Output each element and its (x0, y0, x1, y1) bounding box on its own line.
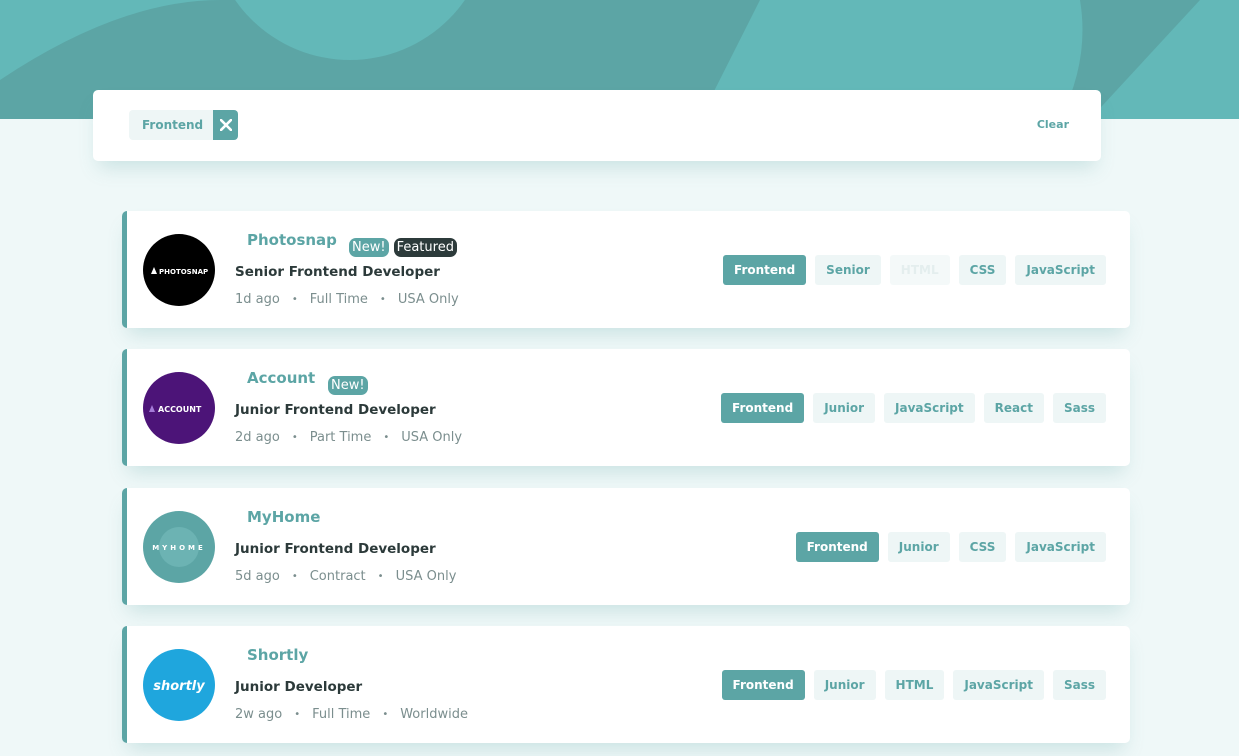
contract-type: Full Time (312, 707, 371, 722)
job-location: USA Only (395, 569, 457, 584)
tag-html[interactable]: HTML (884, 670, 945, 700)
job-tags: Frontend Junior CSS JavaScript (795, 532, 1106, 562)
remove-filter-button[interactable] (213, 110, 239, 140)
company-name[interactable]: MyHome (247, 508, 320, 526)
tag-css[interactable]: CSS (958, 255, 1007, 285)
dot-icon: • (382, 709, 389, 720)
dot-icon: • (377, 571, 384, 582)
job-card-photosnap: PHOTOSNAP Photosnap New! Featured Senior… (122, 211, 1130, 328)
tag-frontend[interactable]: Frontend (721, 670, 805, 700)
contract-type: Contract (309, 569, 366, 584)
job-card-account: ACCOUNT Account New! Junior Frontend Dev… (122, 349, 1130, 466)
job-tags: Frontend Junior HTML JavaScript Sass (721, 670, 1106, 700)
company-name[interactable]: Account (247, 369, 315, 387)
new-badge: New! (328, 376, 368, 395)
job-meta: 1d ago • Full Time • USA Only (235, 292, 459, 307)
dot-icon: • (379, 294, 386, 305)
tag-javascript[interactable]: JavaScript (1015, 532, 1106, 562)
company-logo: ACCOUNT (143, 372, 215, 444)
posted-date: 5d ago (235, 569, 280, 584)
job-title[interactable]: Junior Frontend Developer (235, 541, 436, 557)
tag-javascript[interactable]: JavaScript (884, 393, 975, 423)
featured-badge: Featured (393, 238, 457, 257)
tag-frontend[interactable]: Frontend (795, 532, 879, 562)
tag-react[interactable]: React (983, 393, 1044, 423)
svg-text:ACCOUNT: ACCOUNT (158, 405, 202, 414)
job-meta: 2d ago • Part Time • USA Only (235, 430, 462, 445)
job-title[interactable]: Senior Frontend Developer (235, 264, 440, 280)
contract-type: Part Time (309, 430, 372, 445)
company-name[interactable]: Shortly (247, 646, 308, 664)
company-logo: shortly (143, 649, 215, 721)
tag-javascript[interactable]: JavaScript (953, 670, 1044, 700)
filter-bar: Frontend Clear (93, 90, 1101, 161)
tag-frontend[interactable]: Frontend (723, 255, 807, 285)
filter-chip-label: Frontend (129, 110, 214, 140)
company-logo: PHOTOSNAP (143, 234, 215, 306)
tag-frontend[interactable]: Frontend (721, 393, 805, 423)
job-location: USA Only (401, 430, 463, 445)
tag-html[interactable]: HTML (889, 255, 950, 285)
filter-chip-frontend: Frontend (129, 110, 239, 140)
tag-junior[interactable]: Junior (813, 393, 876, 423)
job-location: USA Only (397, 292, 459, 307)
close-icon (219, 119, 232, 131)
job-tags: Frontend Junior JavaScript React Sass (721, 393, 1106, 423)
dot-icon: • (294, 709, 301, 720)
tag-sass[interactable]: Sass (1052, 393, 1106, 423)
contract-type: Full Time (309, 292, 368, 307)
job-meta: 2w ago • Full Time • Worldwide (235, 707, 468, 722)
job-card-shortly: shortly Shortly Junior Developer 2w ago … (122, 626, 1130, 743)
job-badges: New! Featured (349, 238, 457, 257)
dot-icon: • (291, 432, 298, 443)
logo-mark: shortly (153, 679, 205, 694)
job-title[interactable]: Junior Developer (235, 679, 362, 695)
svg-text:PHOTOSNAP: PHOTOSNAP (159, 268, 208, 276)
tag-senior[interactable]: Senior (815, 255, 881, 285)
dot-icon: • (383, 432, 390, 443)
posted-date: 2d ago (235, 430, 280, 445)
job-title[interactable]: Junior Frontend Developer (235, 402, 436, 418)
new-badge: New! (349, 238, 389, 257)
clear-filters-button[interactable]: Clear (1037, 118, 1069, 131)
logo-mark: MYHOME (152, 527, 206, 567)
posted-date: 1d ago (235, 292, 280, 307)
job-location: Worldwide (400, 707, 468, 722)
tag-javascript[interactable]: JavaScript (1015, 255, 1106, 285)
svg-text:MYHOME: MYHOME (152, 544, 206, 552)
job-meta: 5d ago • Contract • USA Only (235, 569, 456, 584)
posted-date: 2w ago (235, 707, 283, 722)
company-name[interactable]: Photosnap (247, 231, 337, 249)
logo-mark: PHOTOSNAP (151, 267, 208, 276)
tag-junior[interactable]: Junior (813, 670, 876, 700)
job-badges: New! (328, 376, 368, 395)
dot-icon: • (291, 294, 298, 305)
company-logo: MYHOME (143, 511, 215, 583)
tag-junior[interactable]: Junior (887, 532, 950, 562)
logo-mark: ACCOUNT (149, 405, 202, 414)
tag-sass[interactable]: Sass (1052, 670, 1106, 700)
job-card-myhome: MYHOME MyHome Junior Frontend Developer … (122, 488, 1130, 605)
tag-css[interactable]: CSS (958, 532, 1007, 562)
svg-text:shortly: shortly (153, 679, 205, 694)
dot-icon: • (291, 571, 298, 582)
job-tags: Frontend Senior HTML CSS JavaScript (723, 255, 1106, 285)
